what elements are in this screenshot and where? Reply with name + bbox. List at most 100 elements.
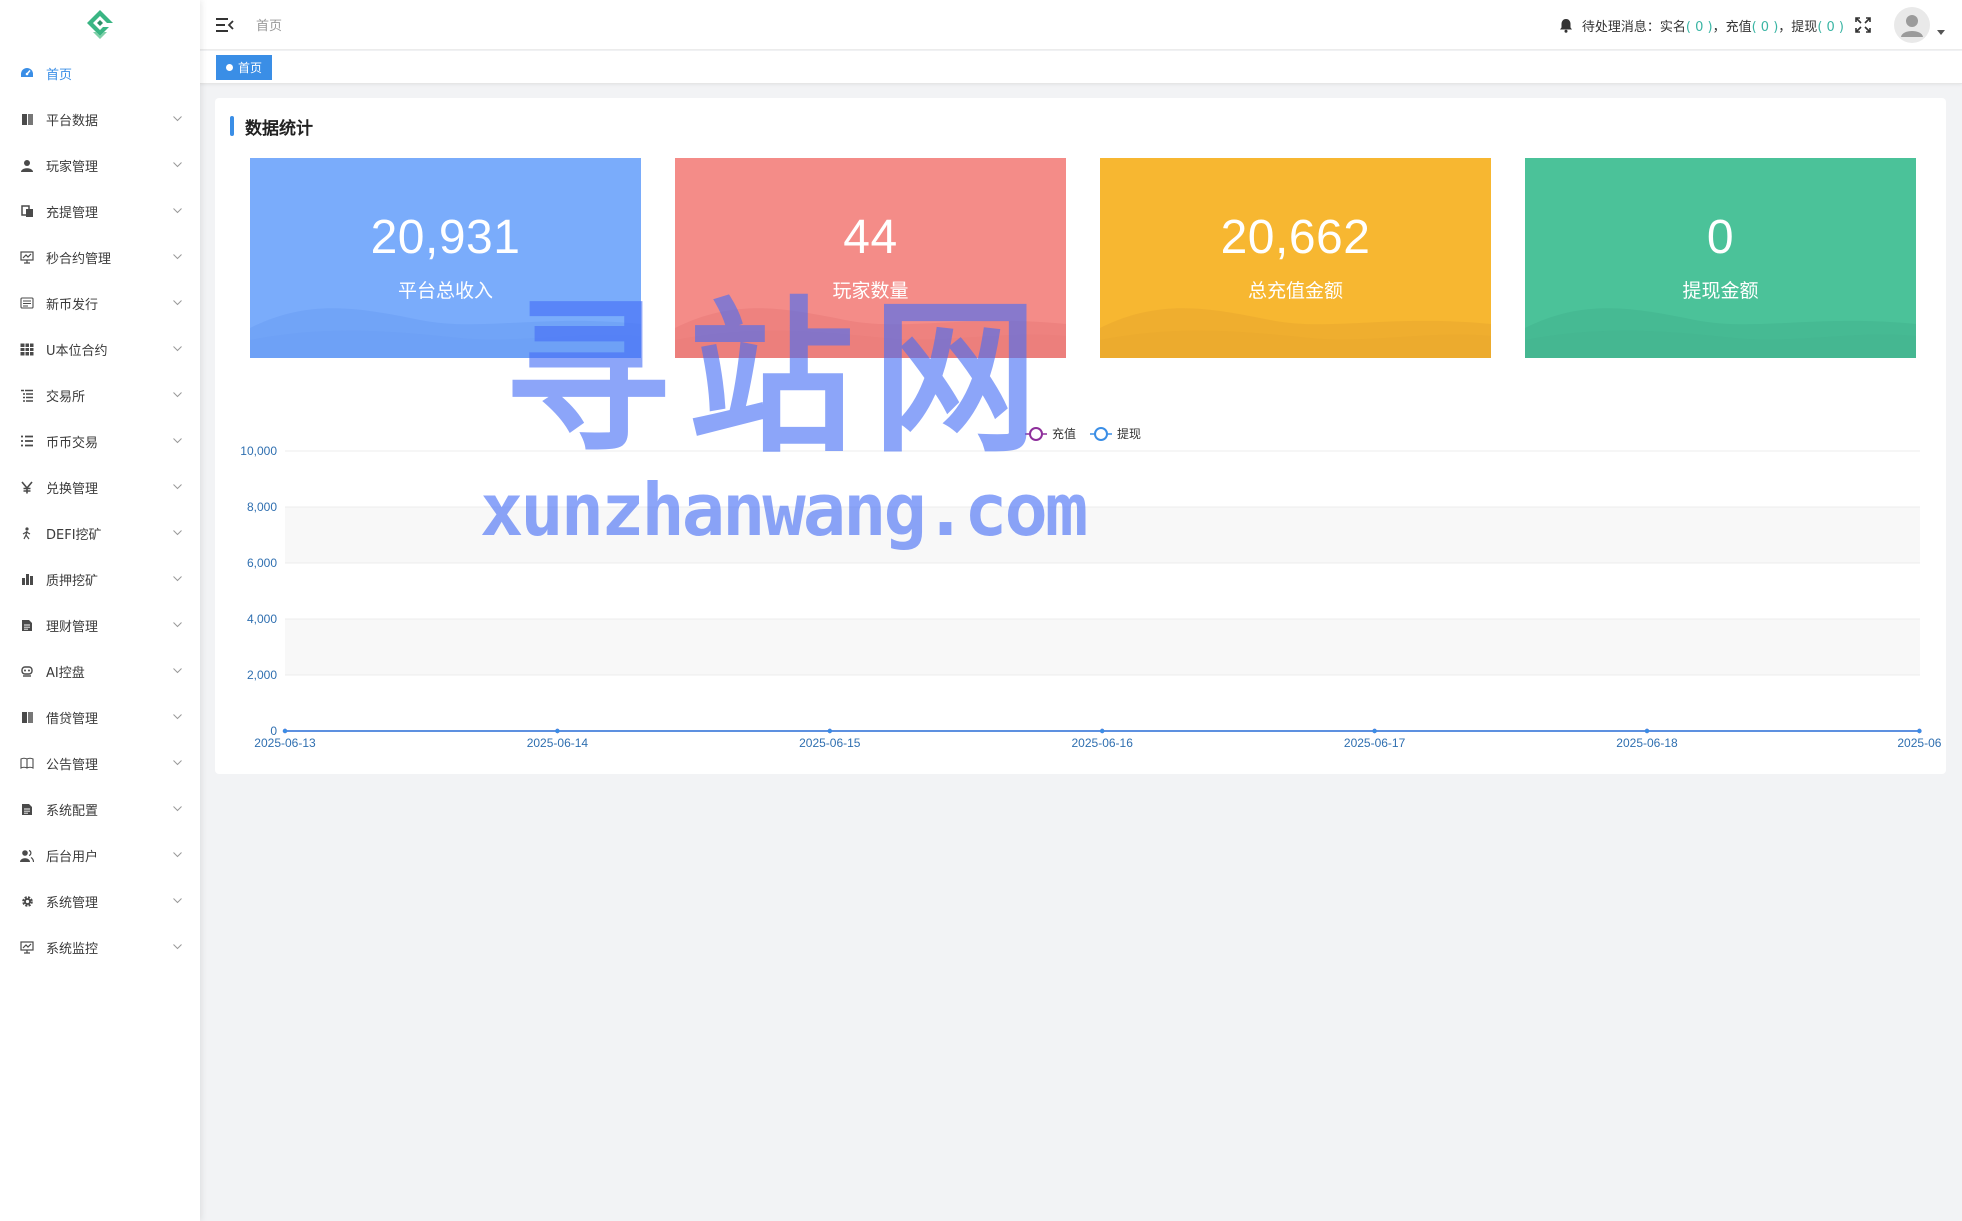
sidebar-item-label: 系统监控 xyxy=(46,941,99,957)
sidebar-item-6[interactable]: U本位合约 xyxy=(0,326,200,372)
chevron-down-icon xyxy=(172,114,182,124)
chevron-down-icon xyxy=(172,252,182,262)
file-text-icon xyxy=(20,618,34,632)
copy-icon xyxy=(20,204,34,218)
sidebar-item-label: 平台数据 xyxy=(46,113,99,129)
series-point[interactable] xyxy=(1917,728,1922,734)
notice-withdraw[interactable]: 提现 xyxy=(1791,20,1817,35)
y-tick-label: 6,000 xyxy=(247,556,277,570)
legend-label[interactable]: 提现 xyxy=(1117,426,1141,441)
legend-marker[interactable] xyxy=(1094,427,1108,441)
grid-band xyxy=(285,507,1920,563)
x-tick-label: 2025-06-17 xyxy=(1344,736,1406,750)
x-tick-label: 2025-06-13 xyxy=(254,736,316,750)
list-tree-icon xyxy=(20,388,34,402)
list-icon xyxy=(20,434,34,448)
users-icon xyxy=(20,848,34,862)
sidebar-item-3[interactable]: 充提管理 xyxy=(0,188,200,234)
user-icon xyxy=(20,158,34,172)
active-dot-icon xyxy=(226,64,233,71)
x-tick-label: 2025-06-14 xyxy=(527,736,589,750)
caret-down-icon[interactable] xyxy=(1936,29,1946,37)
notice-prefix: 待处理消息： xyxy=(1581,19,1660,35)
notice-realname[interactable]: 实名 xyxy=(1660,20,1686,35)
sidebar-item-label: 币币交易 xyxy=(46,435,99,451)
book-icon xyxy=(20,710,34,724)
logo[interactable] xyxy=(0,0,200,50)
sidebar-item-0[interactable]: 首页 xyxy=(0,50,200,96)
sidebar-item-11[interactable]: 质押挖矿 xyxy=(0,556,200,602)
sidebar-item-label: 秒合约管理 xyxy=(46,251,112,267)
avatar[interactable] xyxy=(1894,7,1930,43)
yen-icon xyxy=(20,480,34,494)
chevron-down-icon xyxy=(172,344,182,354)
sidebar-item-label: 系统管理 xyxy=(46,895,99,911)
sidebar-item-7[interactable]: 交易所 xyxy=(0,372,200,418)
realname-count[interactable]: ( 0 ) xyxy=(1686,20,1713,35)
x-tick-label: 2025-06-18 xyxy=(1616,736,1678,750)
walker-icon xyxy=(20,526,34,540)
x-tick-label: 2025-06-15 xyxy=(799,736,861,750)
sidebar-item-17[interactable]: 后台用户 xyxy=(0,832,200,878)
bell-icon[interactable] xyxy=(1558,17,1574,33)
series-point[interactable] xyxy=(1644,728,1650,734)
sidebar-item-4[interactable]: 秒合约管理 xyxy=(0,234,200,280)
line-chart: 02,0004,0006,0008,00010,0002025-06-13 202… xyxy=(240,426,1941,750)
chevron-down-icon xyxy=(172,942,182,952)
series-point[interactable] xyxy=(282,728,288,734)
series-point[interactable] xyxy=(827,728,832,734)
sidebar-item-13[interactable]: AI控盘 xyxy=(0,648,200,694)
legend-label[interactable]: 充值 xyxy=(1052,426,1076,441)
sidebar-item-10[interactable]: DEFI挖矿 xyxy=(0,510,200,556)
sidebar-item-label: 交易所 xyxy=(46,389,86,405)
sidebar-item-label: U本位合约 xyxy=(46,343,108,359)
chevron-down-icon xyxy=(172,804,182,814)
breadcrumb[interactable]: 首页 xyxy=(256,15,282,34)
sidebar-item-12[interactable]: 理财管理 xyxy=(0,602,200,648)
legend-marker[interactable] xyxy=(1029,427,1043,441)
series-point[interactable] xyxy=(1372,728,1377,734)
pending-notice: 待处理消息：实名( 0 )，充值( 0 )，提现( 0 ) xyxy=(1582,16,1844,35)
menu-toggle-icon[interactable] xyxy=(216,17,234,33)
chevron-down-icon xyxy=(172,666,182,676)
sidebar-item-14[interactable]: 借贷管理 xyxy=(0,694,200,740)
table-icon xyxy=(20,342,34,356)
sidebar: 首页平台数据玩家管理充提管理秒合约管理新币发行 U本位合约交易所币币交易兑换管理 D… xyxy=(0,0,200,1221)
grid-band xyxy=(285,619,1920,675)
notice-recharge[interactable]: 充值 xyxy=(1726,20,1752,35)
series-point[interactable] xyxy=(555,728,560,734)
logo-icon xyxy=(87,10,113,39)
sidebar-item-1[interactable]: 平台数据 xyxy=(0,96,200,142)
withdraw-count[interactable]: ( 0 ) xyxy=(1817,20,1844,35)
sidebar-item-2[interactable]: 玩家管理 xyxy=(0,142,200,188)
sidebar-item-16[interactable]: 系统配置 xyxy=(0,786,200,832)
sidebar-item-label: 理财管理 xyxy=(46,619,99,635)
dashboard-icon xyxy=(20,66,34,80)
sidebar-item-label: 充提管理 xyxy=(46,205,99,221)
chevron-down-icon xyxy=(172,620,182,630)
sidebar-item-8[interactable]: 币币交易 xyxy=(0,418,200,464)
sidebar-item-label: 玩家管理 xyxy=(46,159,99,175)
tags-bar: 首页 xyxy=(200,51,1962,84)
series-point[interactable] xyxy=(1100,728,1105,734)
tag-home[interactable]: 首页 xyxy=(216,55,273,80)
sidebar-item-18[interactable]: 系统管理 xyxy=(0,878,200,924)
user-avatar-icon xyxy=(1901,15,1923,37)
sidebar-item-label: 公告管理 xyxy=(46,757,99,773)
open-book-icon xyxy=(20,756,34,770)
robot-icon xyxy=(20,664,34,678)
sidebar-item-9[interactable]: 兑换管理 xyxy=(0,464,200,510)
fullscreen-icon[interactable] xyxy=(1854,16,1872,34)
y-tick-label: 8,000 xyxy=(247,500,277,514)
chevron-down-icon xyxy=(172,574,182,584)
chevron-down-icon xyxy=(172,206,182,216)
sidebar-item-15[interactable]: 公告管理 xyxy=(0,740,200,786)
sidebar-item-label: 新币发行 xyxy=(46,297,99,313)
sidebar-item-label: 借贷管理 xyxy=(46,711,99,727)
sidebar-item-19[interactable]: 系统监控 xyxy=(0,924,200,970)
sidebar-item-label: 首页 xyxy=(46,67,73,83)
chart-monitor-icon xyxy=(20,250,34,264)
sidebar-item-5[interactable]: 新币发行 xyxy=(0,280,200,326)
sidebar-item-label: AI控盘 xyxy=(46,665,85,681)
recharge-count[interactable]: ( 0 ) xyxy=(1752,20,1779,35)
